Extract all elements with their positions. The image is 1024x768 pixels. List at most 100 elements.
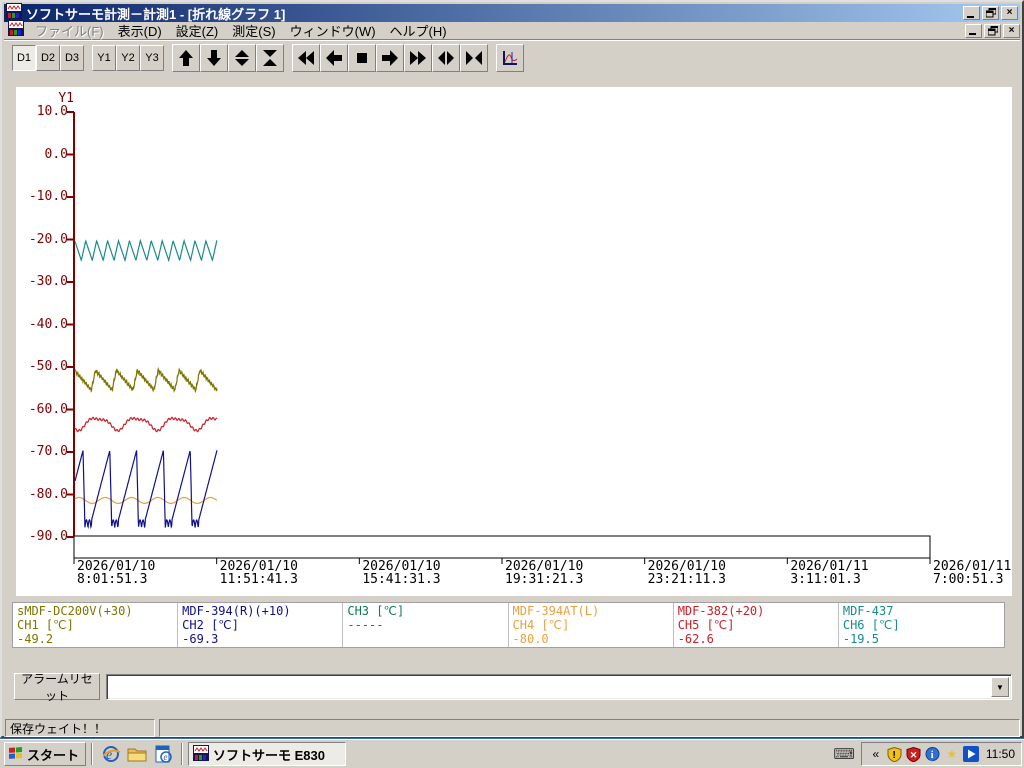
y-tick-label: -40.0: [28, 316, 68, 332]
status-panel-secondary: [159, 719, 1020, 737]
child-close-button[interactable]: ×: [1003, 23, 1020, 38]
channel-value: -80.0: [512, 632, 549, 646]
fast-forward-icon[interactable]: [404, 44, 432, 72]
task-button-softthermo[interactable]: ソフトサーモ E830: [188, 742, 347, 766]
menu-bar: ファイル(F) 表示(D) 設定(Z) 測定(S) ウィンドウ(W) ヘルプ(H…: [4, 20, 1020, 41]
menu-file[interactable]: ファイル(F): [28, 20, 111, 41]
y-tick-label: 0.0: [44, 146, 68, 162]
series-line-ch1: [74, 366, 218, 394]
scroll-up-icon[interactable]: [172, 44, 200, 72]
channel-value: -49.2: [17, 632, 54, 646]
security-warning-shield-icon[interactable]: !: [887, 746, 903, 762]
start-button[interactable]: スタート: [4, 742, 87, 766]
legend-cell-ch5: MDF-382(+20) CH5 [℃] -62.6: [674, 603, 839, 647]
info-balloon-icon[interactable]: i: [925, 746, 941, 762]
minimize-button[interactable]: [963, 6, 980, 20]
security-alert-shield-icon[interactable]: ✕: [906, 746, 922, 762]
series-line-ch2: [74, 450, 218, 530]
y-tick-label: -60.0: [28, 401, 68, 417]
keyboard-icon[interactable]: ⌨: [833, 745, 855, 763]
taskbar-clock: 11:50: [985, 747, 1015, 761]
legend-cell-ch3: CH3 [℃] -----: [343, 603, 509, 647]
start-label: スタート: [27, 747, 80, 763]
toolbar: D1 D2 D3 Y1 Y2 Y3: [4, 42, 1020, 74]
channel-label: CH2 [℃]: [182, 618, 239, 632]
x-tick-label: 2026/01/10 8:01:51.3: [77, 559, 156, 587]
y1-button[interactable]: Y1: [92, 45, 116, 71]
svg-text:!: !: [893, 750, 896, 761]
y3-button[interactable]: Y3: [140, 45, 164, 71]
child-minimize-button[interactable]: [965, 23, 982, 38]
y2-button[interactable]: Y2: [116, 45, 140, 71]
taskbar-separator: [181, 743, 184, 765]
folder-icon[interactable]: [126, 743, 148, 765]
x-tick-label: 2026/01/11 7:00:51.3: [933, 559, 1012, 587]
document-icon[interactable]: e: [152, 743, 174, 765]
status-bar: 保存ウェイト！！: [4, 716, 1020, 737]
app-window: ソフトサーモ計測－計測1 - [折れ線グラフ 1] × ファイル(F) 表示(D…: [0, 0, 1024, 738]
y-tick-label: 10.0: [36, 104, 68, 119]
scroll-down-icon[interactable]: [200, 44, 228, 72]
expand-vertical-icon[interactable]: [228, 44, 256, 72]
channel-name: MDF-437: [842, 604, 894, 618]
menu-measure[interactable]: 測定(S): [225, 20, 282, 41]
alarm-combobox[interactable]: ▼: [106, 674, 1012, 700]
svg-text:i: i: [931, 750, 934, 761]
y-tick-label: -80.0: [28, 486, 68, 502]
channel-legend: sMDF-DC200V(+30) CH1 [℃] -49.2 MDF-394(R…: [12, 602, 1005, 648]
svg-text:e: e: [164, 752, 168, 762]
y-tick-label: -50.0: [28, 359, 68, 374]
channel-name: sMDF-DC200V(+30): [17, 604, 133, 618]
mdi-child-icon[interactable]: [8, 20, 24, 41]
menu-view[interactable]: 表示(D): [111, 20, 169, 41]
media-play-icon[interactable]: [962, 746, 979, 762]
compress-horizontal-icon[interactable]: [460, 44, 488, 72]
legend-cell-ch1: sMDF-DC200V(+30) CH1 [℃] -49.2: [13, 603, 179, 647]
x-tick-label: 2026/01/10 19:31:21.3: [505, 559, 584, 587]
scroll-right-icon[interactable]: [376, 44, 404, 72]
y-tick-label: -70.0: [28, 444, 68, 459]
legend-cell-ch2: MDF-394(R)(+10) CH2 [℃] -69.3: [178, 603, 344, 647]
series-line-ch6: [74, 238, 218, 263]
channel-value: -69.3: [182, 632, 219, 646]
taskbar-separator: [91, 743, 94, 765]
channel-label: CH6 [℃]: [842, 618, 900, 632]
channel-name: MDF-394AT(L): [512, 604, 600, 618]
y-tick-label: -20.0: [28, 231, 68, 247]
windows-logo-icon: [8, 746, 24, 763]
y-tick-label: -30.0: [28, 274, 68, 289]
x-tick-label: 2026/01/10 15:41:31.3: [362, 559, 441, 587]
taskbar: スタート e e ソフトサーモ E830 ⌨ « ! ✕ i ★ 11:50: [0, 739, 1024, 768]
series-line-ch5: [74, 416, 218, 433]
y-tick-label: -90.0: [28, 529, 68, 544]
alarm-reset-button[interactable]: アラームリセット: [14, 672, 100, 703]
task-label: ソフトサーモ E830: [213, 747, 325, 763]
x-tick-label: 2026/01/10 11:51:41.3: [219, 559, 298, 587]
child-restore-button[interactable]: [984, 23, 1001, 38]
star-icon[interactable]: ★: [944, 746, 960, 762]
y-tick-label: -10.0: [28, 189, 68, 204]
legend-cell-ch6: MDF-437 CH6 [℃] -19.5: [839, 603, 1004, 647]
time-range-navigator[interactable]: [73, 535, 931, 559]
d1-button[interactable]: D1: [12, 45, 36, 71]
tray-chevron-icon[interactable]: «: [868, 746, 884, 762]
compress-vertical-icon[interactable]: [256, 44, 284, 72]
expand-horizontal-icon[interactable]: [432, 44, 460, 72]
channel-label: CH3 [℃]: [347, 604, 405, 618]
d3-button[interactable]: D3: [60, 45, 84, 71]
menu-window[interactable]: ウィンドウ(W): [283, 20, 383, 41]
channel-value: -62.6: [677, 632, 714, 646]
line-chart: [67, 111, 931, 564]
menu-settings[interactable]: 設定(Z): [169, 20, 226, 41]
graph-settings-icon[interactable]: [496, 44, 524, 72]
combobox-dropdown-icon[interactable]: ▼: [991, 677, 1009, 697]
internet-explorer-icon[interactable]: e: [100, 743, 122, 765]
d2-button[interactable]: D2: [36, 45, 60, 71]
close-button[interactable]: ×: [1001, 6, 1018, 20]
stop-icon[interactable]: [348, 44, 376, 72]
menu-help[interactable]: ヘルプ(H): [383, 20, 454, 41]
restore-button[interactable]: [982, 6, 999, 20]
alarm-combobox-value[interactable]: [107, 675, 989, 699]
scroll-left-icon[interactable]: [320, 44, 348, 72]
fast-rewind-icon[interactable]: [292, 44, 320, 72]
